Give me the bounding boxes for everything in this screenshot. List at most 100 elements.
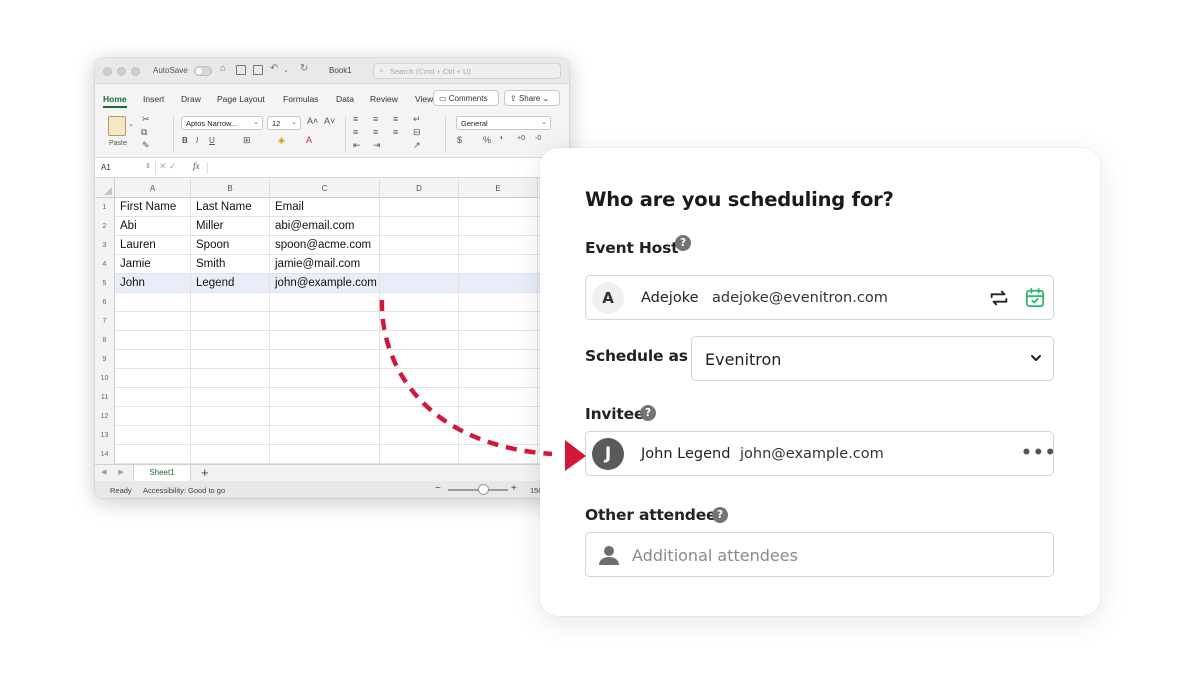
grid-cell[interactable]: spoon@acme.com <box>270 236 380 255</box>
swap-icon[interactable] <box>988 287 1010 309</box>
grid-cell[interactable] <box>459 312 538 331</box>
grid-cell[interactable] <box>380 217 459 236</box>
share-button[interactable]: ⇪ Share ⌄ <box>504 90 560 106</box>
merge-center-icon[interactable]: ⊟ <box>413 127 421 138</box>
more-icon[interactable]: ••• <box>1021 445 1057 462</box>
grid-cell[interactable] <box>380 198 459 217</box>
row-number[interactable]: 11 <box>95 388 115 407</box>
bold-icon[interactable]: B <box>182 136 188 145</box>
undo-menu-chevron-icon[interactable]: ⌄ <box>283 66 289 74</box>
grid-cell[interactable]: Legend <box>191 274 270 293</box>
orientation-icon[interactable]: ↗ <box>413 140 421 151</box>
sheet-nav-arrows-icon[interactable]: ◀ ▶ <box>101 468 129 476</box>
row-number[interactable]: 8 <box>95 331 115 350</box>
fill-color-icon[interactable]: ◈ <box>278 135 285 146</box>
zoom-in-button[interactable]: + <box>511 483 517 494</box>
row-number[interactable]: 6 <box>95 293 115 312</box>
event-host-field[interactable]: A Adejoke adejoke@evenitron.com <box>585 275 1054 320</box>
window-close-button[interactable] <box>103 67 112 76</box>
grid-cell[interactable] <box>270 331 380 350</box>
table-row[interactable]: 11 <box>95 388 569 407</box>
grid-cell[interactable] <box>459 217 538 236</box>
tab-page-layout[interactable]: Page Layout <box>217 94 265 104</box>
grid-cell[interactable] <box>191 369 270 388</box>
tab-formulas[interactable]: Formulas <box>283 94 318 104</box>
grid-cell[interactable] <box>459 350 538 369</box>
grid-cell[interactable] <box>115 369 191 388</box>
tab-review[interactable]: Review <box>370 94 398 104</box>
grid-cell[interactable] <box>459 293 538 312</box>
grid-cell[interactable]: Email <box>270 198 380 217</box>
help-icon[interactable]: ? <box>640 405 656 421</box>
grid-cell[interactable] <box>380 255 459 274</box>
grid-cell[interactable] <box>380 426 459 445</box>
copy-icon[interactable]: ⧉ <box>141 127 147 138</box>
cut-icon[interactable]: ✂ <box>142 114 150 125</box>
italic-icon[interactable]: I <box>196 136 198 145</box>
font-name-select[interactable]: Aptos Narrow... ⌄ <box>181 116 263 130</box>
grid-cell[interactable]: Miller <box>191 217 270 236</box>
row-number[interactable]: 3 <box>95 236 115 255</box>
sheet-tab[interactable]: Sheet1 <box>133 465 191 481</box>
column-header[interactable]: C <box>270 178 380 198</box>
grid-cell[interactable]: Spoon <box>191 236 270 255</box>
grid-cell[interactable] <box>191 293 270 312</box>
grid-cell[interactable] <box>459 407 538 426</box>
align-right-icon[interactable]: ≡ <box>393 127 398 137</box>
save-as-icon[interactable] <box>253 65 263 75</box>
grid-cell[interactable] <box>191 312 270 331</box>
row-number[interactable]: 10 <box>95 369 115 388</box>
font-size-select[interactable]: 12 ⌄ <box>267 116 301 130</box>
table-row[interactable]: 1 First Name Last Name Email <box>95 198 569 217</box>
grid-cell[interactable] <box>459 369 538 388</box>
grid-cell[interactable]: First Name <box>115 198 191 217</box>
grid-cell[interactable]: abi@email.com <box>270 217 380 236</box>
grid-cell[interactable] <box>459 388 538 407</box>
tab-insert[interactable]: Insert <box>143 94 164 104</box>
grid-cell[interactable] <box>270 369 380 388</box>
row-number[interactable]: 4 <box>95 255 115 274</box>
grid-cell[interactable] <box>270 312 380 331</box>
increase-decimal-icon[interactable]: +0 <box>517 135 525 142</box>
grid-cell[interactable]: Lauren <box>115 236 191 255</box>
table-row[interactable]: 10 <box>95 369 569 388</box>
align-left-icon[interactable]: ≡ <box>353 127 358 137</box>
grid-cell[interactable] <box>115 350 191 369</box>
grid-cell[interactable] <box>270 445 380 464</box>
undo-icon[interactable]: ↶ <box>270 63 278 74</box>
grid-cell[interactable] <box>459 331 538 350</box>
grid-cell[interactable] <box>191 407 270 426</box>
table-row[interactable]: 7 <box>95 312 569 331</box>
tab-home[interactable]: Home <box>103 94 127 108</box>
window-minimize-button[interactable] <box>117 67 126 76</box>
paste-icon[interactable] <box>108 116 126 136</box>
autosave-toggle[interactable] <box>194 66 212 76</box>
grid-cell[interactable] <box>380 445 459 464</box>
column-header[interactable]: A <box>115 178 191 198</box>
grid-cell[interactable] <box>380 331 459 350</box>
column-header[interactable]: B <box>191 178 270 198</box>
grid-cell[interactable]: Smith <box>191 255 270 274</box>
zoom-out-button[interactable]: − <box>435 483 441 494</box>
name-box[interactable]: A1 ⇕ <box>99 161 151 175</box>
grid-cell[interactable] <box>459 236 538 255</box>
decrease-font-icon[interactable]: A˅ <box>324 116 335 126</box>
table-row[interactable]: 14 <box>95 445 569 464</box>
grid-cell[interactable] <box>191 445 270 464</box>
home-icon[interactable]: ⌂ <box>220 63 226 74</box>
grid-cell[interactable] <box>459 255 538 274</box>
grid-cell[interactable] <box>191 388 270 407</box>
align-middle-icon[interactable]: ≡ <box>373 114 378 124</box>
font-color-icon[interactable]: A <box>306 135 312 145</box>
grid-cell[interactable] <box>380 369 459 388</box>
grid-cell[interactable] <box>380 350 459 369</box>
grid-cell[interactable] <box>459 426 538 445</box>
row-number[interactable]: 13 <box>95 426 115 445</box>
comma-style-icon[interactable]: ❜ <box>500 135 503 146</box>
grid-cell[interactable] <box>380 312 459 331</box>
cancel-confirm-icons[interactable]: ✕ ✓ <box>159 161 177 172</box>
grid-cell[interactable]: jamie@mail.com <box>270 255 380 274</box>
save-icon[interactable] <box>236 65 246 75</box>
grid-cell[interactable] <box>191 350 270 369</box>
table-row[interactable]: 4 Jamie Smith jamie@mail.com <box>95 255 569 274</box>
